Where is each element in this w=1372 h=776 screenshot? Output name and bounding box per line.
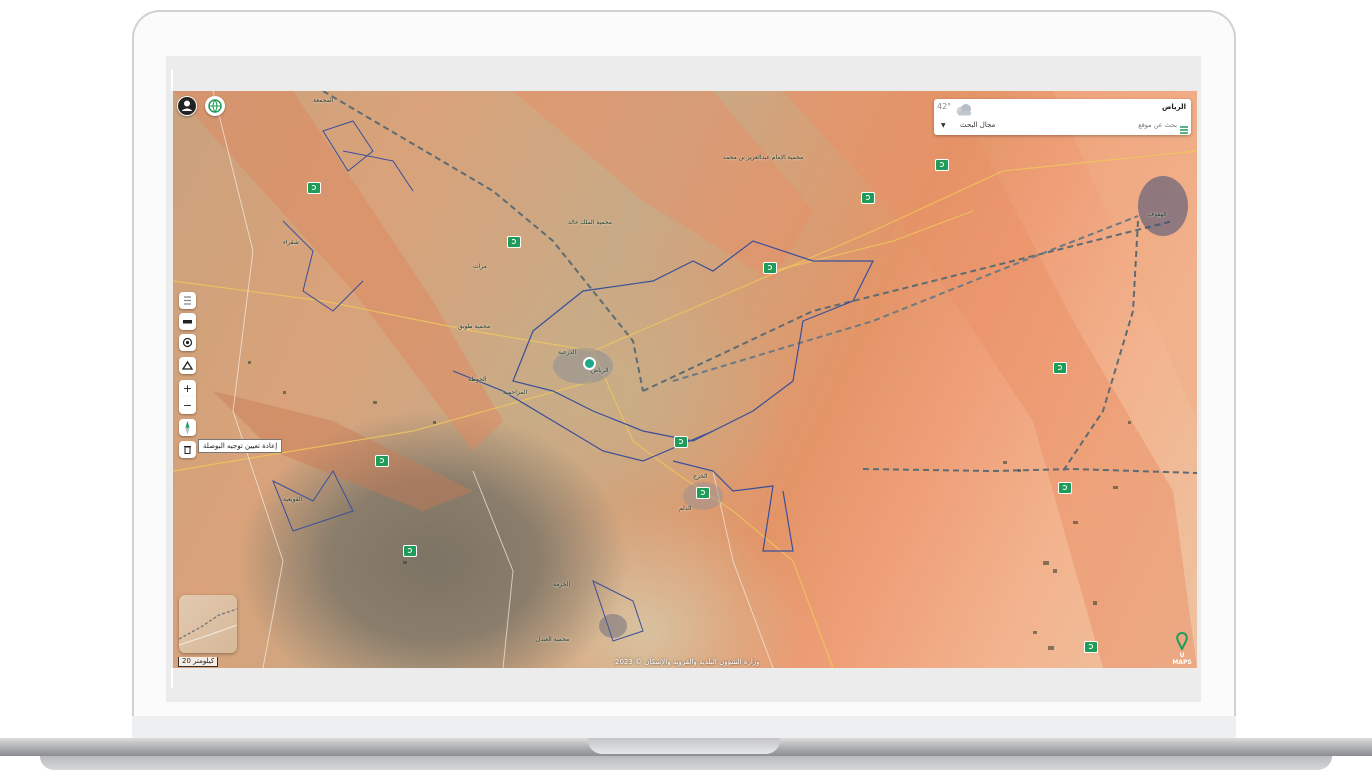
- zoom-in-icon[interactable]: +: [179, 380, 196, 397]
- map-label-muzahmiyah: المزاحمية: [503, 389, 528, 396]
- u-maps-logo: U MAPS: [1171, 632, 1193, 666]
- user-icon[interactable]: [177, 96, 197, 116]
- map-label-abdal-reserve: محمية العبدل: [536, 636, 570, 643]
- search-panel[interactable]: الرياض 42° مجال البحث ▼: [934, 99, 1191, 135]
- poi-marker-icon[interactable]: [1058, 482, 1072, 494]
- riyadh-boundary: [512, 240, 874, 442]
- trash-icon[interactable]: [179, 441, 196, 458]
- hofuf-urban-area: [1138, 176, 1188, 236]
- south-urban-area: [599, 614, 627, 638]
- search-scope-select[interactable]: مجال البحث: [960, 121, 995, 129]
- laptop-notch: [588, 738, 780, 754]
- laptop-chin: [132, 716, 1236, 738]
- screen-edge-bottom: [171, 668, 173, 688]
- laptop-base-bottom: [40, 756, 1332, 770]
- poi-marker-icon[interactable]: [307, 182, 321, 194]
- map-attribution: وزارة الشؤون البلدية والقروية والإسكان ©…: [615, 658, 760, 666]
- locate-icon[interactable]: [179, 334, 196, 351]
- region-boundary: [712, 470, 774, 668]
- map-label-shaqra: شقراء: [283, 239, 299, 246]
- poi-marker-icon[interactable]: [1053, 362, 1067, 374]
- poi-marker-icon[interactable]: [403, 545, 417, 557]
- layer-icon[interactable]: [179, 313, 196, 330]
- map-label-majmaah: المجمعة: [313, 97, 334, 104]
- menu-icon[interactable]: [1180, 119, 1188, 134]
- highway-road: [592, 350, 834, 668]
- map-label-hofuf: الهفوف: [1148, 211, 1167, 218]
- poi-marker-icon[interactable]: [1084, 641, 1098, 653]
- map-overlay: [173, 91, 1197, 668]
- map-label-kharma: الخرمة: [553, 581, 571, 588]
- search-input[interactable]: [1067, 119, 1177, 130]
- home-icon[interactable]: [179, 357, 196, 374]
- map-scale: 20 كيلومتر: [178, 657, 219, 667]
- poi-marker-icon[interactable]: [696, 487, 710, 499]
- list-icon[interactable]: [179, 292, 196, 309]
- map-label-dilam: الدلم: [679, 505, 692, 512]
- globe-icon[interactable]: [205, 96, 225, 116]
- map-label-king-khalid-reserve: محمية الملك خالد: [568, 219, 612, 226]
- sand-dune-band: [513, 91, 813, 281]
- map-label-marat: مرات: [473, 263, 487, 270]
- map-label-quwayiyah: القويعية: [283, 496, 303, 503]
- weather-cloud-icon: [953, 101, 975, 116]
- poi-marker-icon[interactable]: [674, 436, 688, 448]
- chevron-down-icon[interactable]: ▼: [941, 122, 946, 129]
- map-label-imam-reserve: محمية الإمام عبدالعزيز بن محمد: [723, 154, 804, 161]
- map-label-hawtah: الحوطة: [468, 376, 487, 383]
- map-label-tuwaiq-reserve: محمية طويق: [458, 323, 491, 330]
- satellite-map[interactable]: محمية الإمام عبدالعزيز بن محمد محمية الم…: [173, 91, 1197, 668]
- location-pin-icon[interactable]: [583, 357, 596, 370]
- u-maps-logo-text: U MAPS: [1172, 652, 1192, 666]
- poi-marker-icon[interactable]: [935, 159, 949, 171]
- zoom-out-icon[interactable]: −: [179, 397, 196, 414]
- map-label-kharj: الخرج: [693, 473, 708, 480]
- screen-edge-top: [171, 70, 173, 91]
- poi-marker-icon[interactable]: [507, 236, 521, 248]
- map-label-diriyah: الدرعية: [558, 349, 577, 356]
- poi-marker-icon[interactable]: [375, 455, 389, 467]
- compass-reset-tooltip: إعادة تعيين توجيه البوصلة: [198, 439, 283, 453]
- region-boundary: [472, 470, 514, 668]
- poi-marker-icon[interactable]: [763, 262, 777, 274]
- city-name: الرياض: [1161, 103, 1186, 111]
- poi-marker-icon[interactable]: [861, 192, 875, 204]
- temperature-text: 42°: [937, 102, 952, 111]
- compass-icon[interactable]: [179, 419, 196, 436]
- overview-minimap[interactable]: [179, 595, 237, 653]
